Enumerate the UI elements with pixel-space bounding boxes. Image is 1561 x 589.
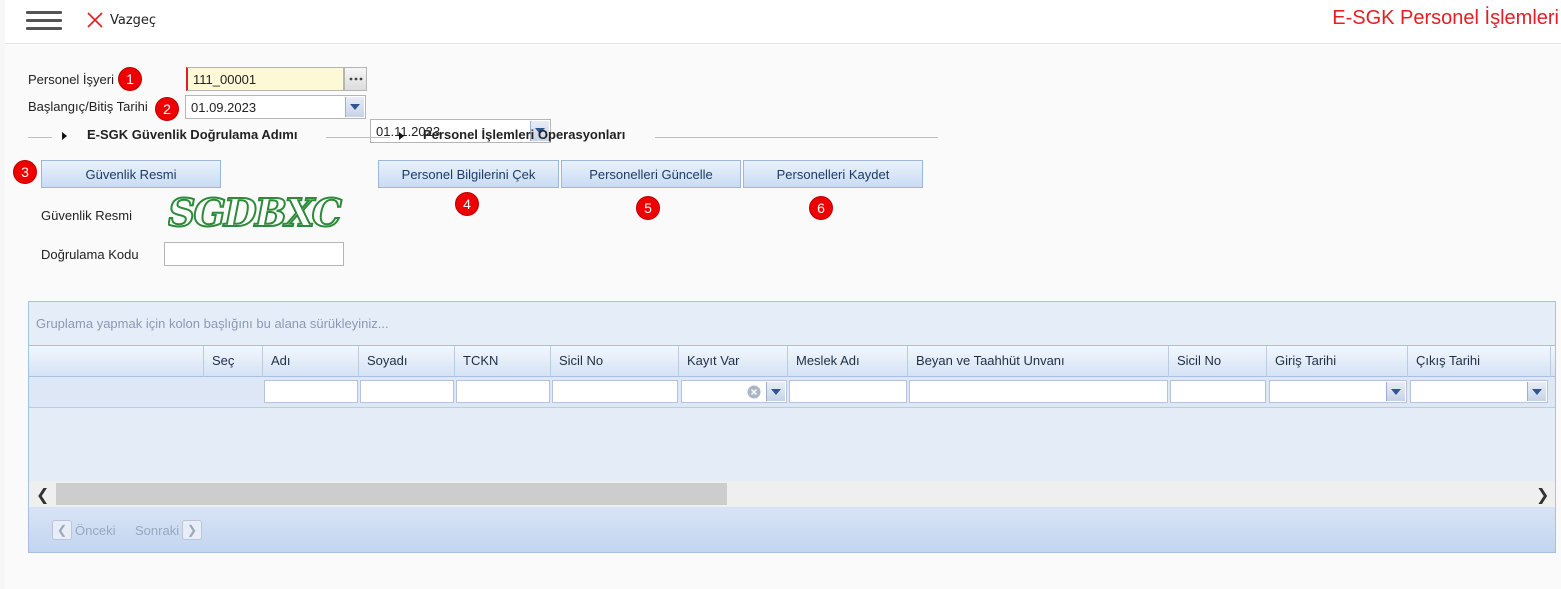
filter-registry-no-2[interactable]: [1170, 380, 1266, 403]
group-panel[interactable]: Gruplama yapmak için kolon başlığını bu …: [29, 302, 1555, 345]
step-badge-1: 1: [118, 67, 142, 91]
top-bar: [5, 0, 1561, 44]
start-date-dropdown[interactable]: [345, 97, 364, 117]
record-exists-dropdown[interactable]: [766, 382, 785, 401]
update-personnel-button[interactable]: Personelleri Güncelle: [561, 160, 741, 188]
filter-row: [29, 377, 1555, 408]
previous-page-button[interactable]: ❮ Önceki: [52, 520, 115, 540]
filter-surname[interactable]: [360, 380, 454, 403]
menu-icon[interactable]: [26, 11, 62, 33]
filter-declaration-title[interactable]: [909, 380, 1168, 403]
personnel-grid: Gruplama yapmak için kolon başlığını bu …: [28, 301, 1556, 553]
workplace-lookup-button[interactable]: [344, 67, 367, 91]
step-badge-6: 6: [809, 196, 833, 220]
arrow-right-icon[interactable]: ❯: [1536, 485, 1549, 504]
security-section-title[interactable]: E-SGK Güvenlik Doğrulama Adımı: [87, 127, 297, 142]
cancel-label: Vazgeç: [110, 12, 157, 28]
security-image-label: Güvenlik Resmi: [41, 208, 133, 223]
step-badge-5: 5: [636, 196, 660, 220]
step-badge-3: 3: [13, 160, 37, 184]
verification-code-label: Doğrulama Kodu: [41, 247, 139, 262]
divider: [326, 137, 390, 138]
filter-registry-no[interactable]: [552, 380, 678, 403]
chevron-down-icon: [771, 388, 781, 395]
filter-occupation[interactable]: [789, 380, 907, 403]
chevron-down-icon: [1532, 388, 1542, 395]
verification-code-input[interactable]: [164, 242, 344, 266]
column-header-occupation[interactable]: Meslek Adı: [788, 346, 908, 377]
horizontal-scrollbar[interactable]: ❮ ❯: [29, 481, 1555, 507]
column-header-surname[interactable]: Soyadı: [359, 346, 455, 377]
workplace-input[interactable]: 111_00001: [186, 67, 344, 91]
entry-date-dropdown[interactable]: [1386, 382, 1405, 401]
column-header-registry-no[interactable]: Sicil No: [551, 346, 679, 377]
arrow-left-icon[interactable]: ❮: [36, 485, 49, 504]
divider: [28, 137, 52, 138]
filter-record-exists[interactable]: [681, 380, 787, 403]
close-x-icon: [87, 12, 103, 28]
save-personnel-button[interactable]: Personelleri Kaydet: [743, 160, 923, 188]
date-range-label: Başlangıç/Bitiş Tarihi: [28, 99, 148, 114]
captcha-image: SGDBXC: [168, 190, 350, 242]
cancel-button[interactable]: Vazgeç: [86, 9, 156, 31]
divider: [655, 137, 938, 138]
filter-name[interactable]: [264, 380, 358, 403]
filter-tckn[interactable]: [456, 380, 550, 403]
operations-section-title[interactable]: Personel İşlemleri Operasyonları: [423, 127, 625, 142]
arrow-left-icon: ❮: [52, 520, 72, 540]
arrow-right-icon: ❯: [182, 520, 203, 540]
next-page-button[interactable]: Sonraki ❯: [135, 520, 203, 540]
workplace-label: Personel İşyeri: [28, 72, 114, 87]
column-header-select[interactable]: Seç: [204, 346, 263, 377]
column-header-indicator: [29, 346, 204, 377]
start-date-value: 01.09.2023: [191, 99, 257, 115]
caret-right-icon[interactable]: [399, 132, 404, 140]
column-header-exit-date[interactable]: Çıkış Tarihi: [1408, 346, 1551, 377]
security-image-button[interactable]: Güvenlik Resmi: [41, 160, 221, 188]
page-title: E-SGK Personel İşlemleri: [1332, 7, 1559, 29]
previous-page-label: Önceki: [75, 522, 116, 538]
fetch-personnel-button[interactable]: Personel Bilgilerini Çek: [378, 160, 559, 188]
column-header-name[interactable]: Adı: [263, 346, 359, 377]
column-header-tckn[interactable]: TCKN: [455, 346, 551, 377]
filter-exit-date[interactable]: [1410, 380, 1548, 403]
chevron-down-icon: [1391, 388, 1401, 395]
ellipsis-icon: [349, 77, 362, 81]
caret-right-icon[interactable]: [62, 132, 67, 140]
start-date-input[interactable]: 01.09.2023: [185, 95, 366, 119]
grid-header: Seç Adı Soyadı TCKN Sicil No Kayıt Var M…: [29, 345, 1555, 377]
clear-circle-icon[interactable]: [747, 385, 761, 399]
step-badge-4: 4: [455, 192, 479, 216]
exit-date-dropdown[interactable]: [1527, 382, 1546, 401]
next-page-label: Sonraki: [135, 522, 180, 538]
grid-body: [29, 408, 1555, 481]
filter-entry-date[interactable]: [1269, 380, 1407, 403]
column-header-registry-no-2[interactable]: Sicil No: [1169, 346, 1267, 377]
step-badge-2: 2: [155, 97, 179, 121]
captcha-text: SGDBXC: [168, 190, 343, 236]
pager: ❮ Önceki Sonraki ❯: [29, 507, 1555, 552]
column-header-declaration-title[interactable]: Beyan ve Taahhüt Unvanı: [908, 346, 1169, 377]
column-header-entry-date[interactable]: Giriş Tarihi: [1267, 346, 1408, 377]
chevron-down-icon: [350, 104, 360, 110]
column-header-record-exists[interactable]: Kayıt Var: [679, 346, 788, 377]
scrollbar-thumb[interactable]: [56, 483, 727, 505]
